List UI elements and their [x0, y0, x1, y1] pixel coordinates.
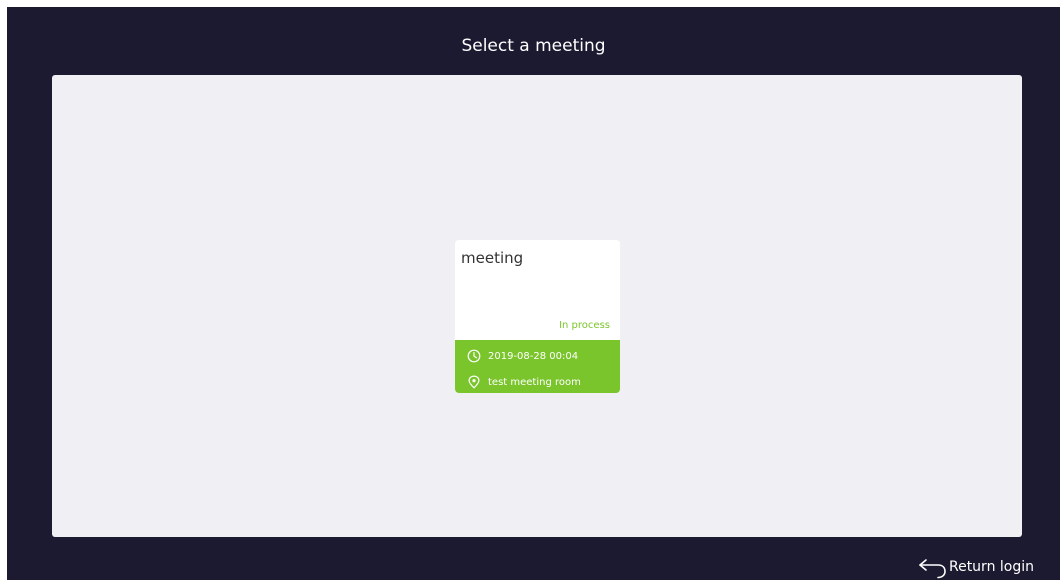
- meeting-card[interactable]: meeting In process 2019-08-28 00:04 test…: [455, 240, 620, 393]
- return-login-label: Return login: [948, 559, 1034, 575]
- meeting-selection-screen: Select a meeting meeting In process 2019…: [7, 7, 1060, 580]
- page-title: Select a meeting: [461, 36, 606, 56]
- return-login-button[interactable]: Return login: [916, 555, 1034, 579]
- meeting-list-panel: meeting In process 2019-08-28 00:04 test…: [52, 75, 1022, 537]
- meeting-time-row: 2019-08-28 00:04: [455, 345, 620, 367]
- meeting-location-row: test meeting room: [455, 371, 620, 393]
- location-pin-icon: [467, 375, 481, 389]
- meeting-name: meeting: [461, 249, 524, 267]
- meeting-status: In process: [559, 320, 610, 331]
- meeting-datetime: 2019-08-28 00:04: [488, 350, 579, 362]
- meeting-card-header: meeting In process: [455, 240, 620, 340]
- clock-icon: [467, 349, 481, 363]
- meeting-location: test meeting room: [488, 376, 581, 388]
- meeting-card-details: 2019-08-28 00:04 test meeting room: [455, 340, 620, 393]
- return-arrow-icon: [916, 555, 950, 579]
